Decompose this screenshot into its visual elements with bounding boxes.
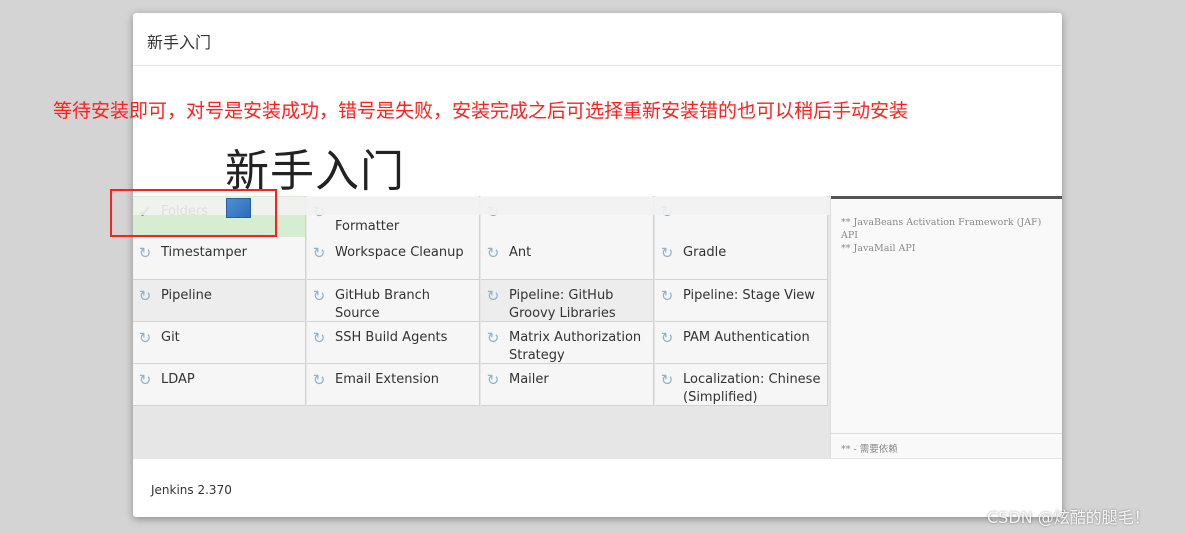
- plugin-item: ↻ SSH Build Agents: [307, 322, 480, 364]
- plugin-item: ↻ Workspace Cleanup: [307, 237, 480, 280]
- refresh-icon: ↻: [312, 329, 326, 347]
- refresh-icon: ↻: [486, 329, 500, 347]
- plugin-item: ↻ Pipeline: [133, 280, 306, 322]
- plugin-label: PAM Authentication: [683, 330, 810, 345]
- modal-title: 新手入门: [147, 33, 212, 52]
- modal-header: 新手入门: [133, 13, 1062, 66]
- plugin-item: ↻ Localization: Chinese (Simplified): [655, 364, 828, 406]
- annotation-highlight-box: [110, 189, 277, 237]
- plugin-label: Email Extension: [335, 372, 440, 387]
- plugin-item: ↻ Pipeline: Stage View: [655, 280, 828, 322]
- refresh-icon: ↻: [660, 244, 674, 262]
- refresh-icon: ↻: [138, 371, 152, 389]
- plugin-label: Localization: Chinese (Simplified): [683, 372, 821, 405]
- plugin-label: Gradle: [683, 245, 727, 260]
- plugin-label: Formatter: [335, 219, 400, 234]
- setup-wizard-modal: 新手入门 新手入门 ✔Folders↻Formatter↻↻↻Timestamp…: [133, 13, 1062, 517]
- refresh-icon: ↻: [660, 329, 674, 347]
- refresh-icon: ↻: [138, 329, 152, 347]
- install-log-panel[interactable]: ** JavaBeans Activation Framework (JAF) …: [830, 196, 1062, 458]
- plugin-label: Matrix Authorization Strategy: [509, 330, 642, 363]
- annotation-text: 等待安装即可，对号是安装成功，错号是失败，安装完成之后可选择重新安装错的也可以稍…: [53, 100, 909, 122]
- refresh-icon: ↻: [312, 371, 326, 389]
- install-log-text: ** JavaBeans Activation Framework (JAF) …: [841, 217, 1042, 254]
- plugin-label: Workspace Cleanup: [335, 245, 464, 260]
- modal-footer: Jenkins 2.370: [133, 458, 1062, 517]
- refresh-icon: ↻: [312, 244, 326, 262]
- plugin-item: ↻ Mailer: [481, 364, 654, 406]
- plugin-item: ↻ Pipeline: GitHub Groovy Libraries: [481, 280, 654, 322]
- plugin-item: ↻ Git: [133, 322, 306, 364]
- plugin-item: ↻ Matrix Authorization Strategy: [481, 322, 654, 364]
- plugin-item: ↻ Email Extension: [307, 364, 480, 406]
- plugin-label: Timestamper: [161, 245, 247, 260]
- refresh-icon: ↻: [486, 244, 500, 262]
- refresh-icon: ↻: [660, 287, 674, 305]
- plugin-label: Pipeline: GitHub Groovy Libraries: [509, 288, 616, 321]
- plugin-item: ↻ Gradle: [655, 237, 828, 280]
- plugin-label: Git: [161, 330, 180, 345]
- refresh-icon: ↻: [660, 371, 674, 389]
- plugin-item: ↻ PAM Authentication: [655, 322, 828, 364]
- plugin-label: GitHub Branch Source: [335, 288, 431, 321]
- plugin-label: Ant: [509, 245, 532, 260]
- dependency-legend: ** - 需要依赖: [841, 444, 898, 455]
- log-footer: ** - 需要依赖: [831, 433, 1062, 459]
- csdn-watermark: CSDN @炫酷的腿毛！: [987, 508, 1150, 527]
- plugin-label: Mailer: [509, 372, 549, 387]
- refresh-icon: ↻: [312, 287, 326, 305]
- plugin-item: ↻ LDAP: [133, 364, 306, 406]
- plugin-item: ↻ Timestamper: [133, 237, 306, 280]
- plugin-item: ↻ GitHub Branch Source: [307, 280, 480, 322]
- log-divider: [831, 196, 1062, 204]
- plugin-label: Pipeline: Stage View: [683, 288, 815, 303]
- plugin-label: SSH Build Agents: [335, 330, 448, 345]
- jenkins-version: Jenkins 2.370: [151, 483, 232, 497]
- refresh-icon: ↻: [486, 371, 500, 389]
- plugin-label: LDAP: [161, 372, 195, 387]
- plugin-item: ↻ Ant: [481, 237, 654, 280]
- refresh-icon: ↻: [138, 287, 152, 305]
- plugin-label: Pipeline: [161, 288, 212, 303]
- refresh-icon: ↻: [486, 287, 500, 305]
- refresh-icon: ↻: [138, 244, 152, 262]
